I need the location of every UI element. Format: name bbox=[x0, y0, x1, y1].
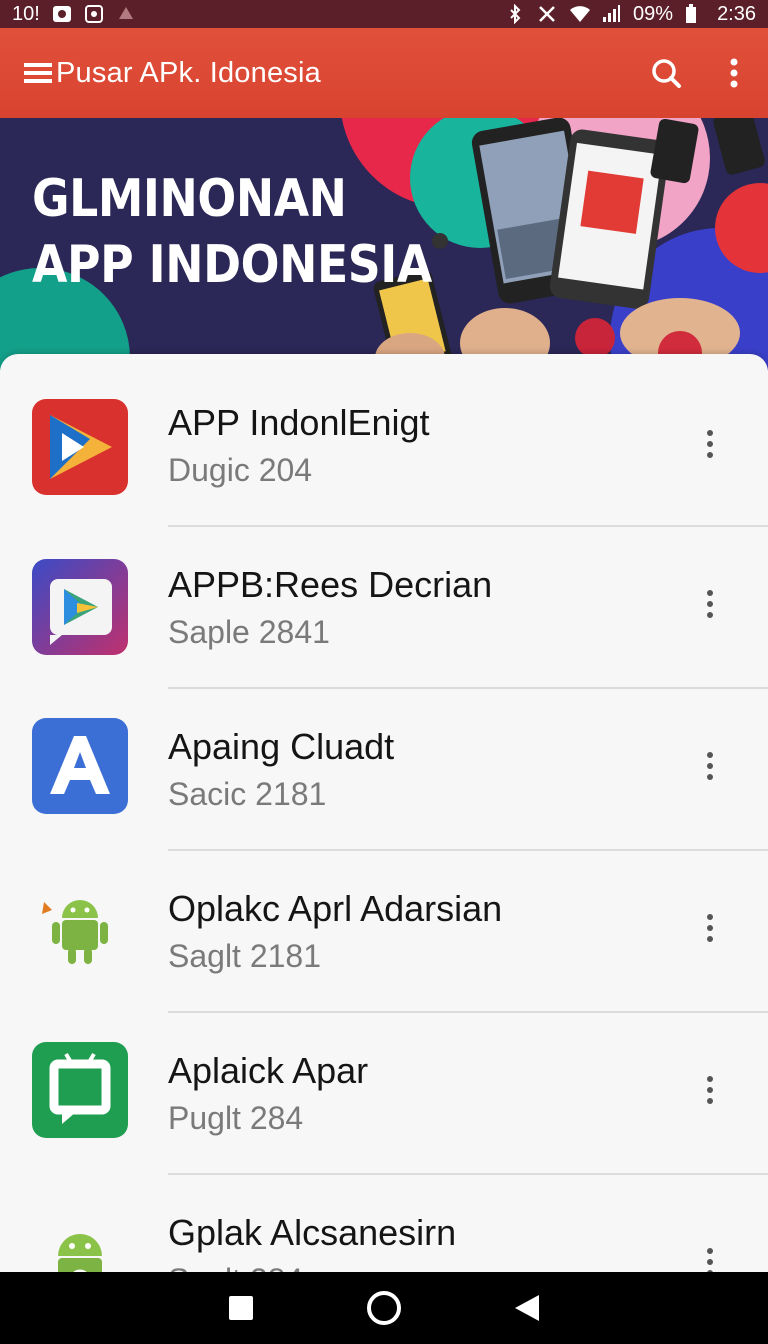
list-item[interactable]: APP IndonlEnigt Dugic 204 bbox=[0, 394, 768, 556]
app-bar: Pusar APk. Idonesia bbox=[0, 28, 768, 118]
bluetooth-icon bbox=[505, 3, 525, 25]
list-item[interactable]: Oplakc Aprl Adarsian Saglt 2181 bbox=[0, 880, 768, 1042]
app-icon bbox=[84, 4, 104, 24]
mute-icon bbox=[537, 4, 557, 24]
back-icon[interactable] bbox=[503, 1284, 551, 1332]
app-name: Aplaick Apar bbox=[168, 1050, 369, 1091]
more-vert-icon[interactable] bbox=[690, 1232, 730, 1274]
app-name: Apaing Cluadt bbox=[168, 726, 395, 767]
app-subtitle: Sacic 2181 bbox=[168, 776, 327, 812]
divider bbox=[168, 1011, 768, 1013]
app-subtitle: Dugic 204 bbox=[168, 452, 313, 488]
app-subtitle: Saple 2841 bbox=[168, 614, 330, 650]
android-robot-icon bbox=[32, 1216, 128, 1274]
play-triangle-red-icon bbox=[32, 399, 128, 495]
battery-icon bbox=[685, 4, 705, 24]
navigation-bar bbox=[0, 1272, 768, 1344]
more-vert-icon[interactable] bbox=[724, 51, 744, 95]
app-list: APP IndonlEnigt Dugic 204 APPB:Rees Decr… bbox=[0, 354, 768, 1274]
divider bbox=[168, 849, 768, 851]
list-item[interactable]: Apaing Cluadt Sacic 2181 bbox=[0, 718, 768, 880]
app-subtitle: Saglt 2181 bbox=[168, 938, 322, 974]
more-vert-icon[interactable] bbox=[690, 1060, 730, 1120]
list-item[interactable]: Gplak Alcsanesirn Saglt 284 bbox=[0, 1204, 768, 1274]
photo-icon bbox=[52, 4, 72, 24]
app-title: Pusar APk. Idonesia bbox=[56, 56, 321, 89]
android-robot-icon bbox=[32, 880, 128, 976]
app-name: APPB:Rees Decrian bbox=[168, 564, 493, 605]
notification-icon bbox=[116, 4, 136, 24]
list-item[interactable]: APPB:Rees Decrian Saple 2841 bbox=[0, 556, 768, 718]
app-name: Gplak Alcsanesirn bbox=[168, 1212, 457, 1253]
divider bbox=[168, 687, 768, 689]
letter-a-icon bbox=[32, 718, 128, 814]
status-bar: 10! 09% 2:36 bbox=[0, 0, 768, 28]
signal-icon bbox=[601, 4, 621, 24]
green-chat-icon bbox=[32, 1042, 128, 1138]
app-name: Oplakc Aprl Adarsian bbox=[168, 888, 503, 929]
more-vert-icon[interactable] bbox=[690, 898, 730, 958]
status-left-text: 10! bbox=[12, 2, 40, 25]
app-name: APP IndonlEnigt bbox=[168, 402, 430, 443]
home-icon[interactable] bbox=[360, 1284, 408, 1332]
hero-banner[interactable]: GLMINONAN APP INDONESIA bbox=[0, 118, 768, 370]
list-item[interactable]: Aplaick Apar Puglt 284 bbox=[0, 1042, 768, 1204]
recent-apps-icon[interactable] bbox=[217, 1284, 265, 1332]
divider bbox=[168, 525, 768, 527]
more-vert-icon[interactable] bbox=[690, 574, 730, 634]
menu-icon[interactable] bbox=[24, 51, 52, 95]
banner-line-1: GLMINONAN bbox=[32, 169, 347, 229]
more-vert-icon[interactable] bbox=[690, 414, 730, 474]
banner-headline: GLMINONAN APP INDONESIA bbox=[32, 166, 432, 298]
divider bbox=[168, 1173, 768, 1175]
more-vert-icon[interactable] bbox=[690, 736, 730, 796]
play-store-icon bbox=[32, 559, 128, 655]
clock: 2:36 bbox=[717, 2, 756, 25]
app-subtitle: Puglt 284 bbox=[168, 1100, 304, 1136]
banner-line-2: APP INDONESIA bbox=[32, 235, 432, 295]
wifi-icon bbox=[569, 4, 591, 24]
battery-percent: 09% bbox=[633, 2, 674, 25]
search-icon[interactable] bbox=[644, 51, 688, 95]
